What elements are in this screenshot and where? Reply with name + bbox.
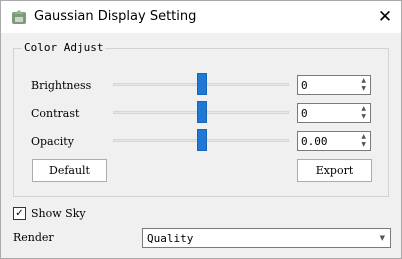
chevron-down-icon[interactable]: ▼: [380, 234, 385, 242]
export-button[interactable]: Export: [297, 159, 372, 182]
spin-up-icon[interactable]: ▲: [361, 134, 366, 140]
spin-down-icon[interactable]: ▼: [361, 142, 366, 148]
window-title: Gaussian Display Setting: [34, 9, 197, 24]
color-adjust-group: Color Adjust Brightness 0 ▲ ▼ Contrast 0…: [13, 41, 389, 197]
contrast-value: 0: [301, 107, 308, 120]
brightness-value: 0: [301, 79, 308, 92]
opacity-slider-thumb[interactable]: [197, 129, 207, 151]
contrast-spinbox[interactable]: 0 ▲ ▼: [297, 103, 371, 123]
render-label: Render: [13, 231, 54, 244]
group-legend: Color Adjust: [22, 41, 106, 54]
spin-up-icon[interactable]: ▲: [361, 106, 366, 112]
opacity-label: Opacity: [31, 135, 74, 148]
spin-down-icon[interactable]: ▼: [361, 86, 366, 92]
render-select[interactable]: Quality ▼: [142, 228, 391, 248]
default-button[interactable]: Default: [32, 159, 107, 182]
dialog-window: Gaussian Display Setting ✕ Color Adjust …: [0, 0, 402, 259]
close-icon[interactable]: ✕: [372, 5, 398, 29]
opacity-spinbox[interactable]: 0.00 ▲ ▼: [297, 131, 371, 151]
app-icon: [12, 10, 26, 24]
brightness-label: Brightness: [31, 79, 92, 92]
contrast-label: Contrast: [31, 107, 80, 120]
spin-up-icon[interactable]: ▲: [361, 78, 366, 84]
contrast-slider-thumb[interactable]: [197, 101, 207, 123]
title-bar[interactable]: Gaussian Display Setting ✕: [1, 1, 401, 33]
spin-down-icon[interactable]: ▼: [361, 114, 366, 120]
render-value: Quality: [147, 232, 194, 245]
show-sky-label[interactable]: Show Sky: [31, 207, 86, 220]
show-sky-checkbox[interactable]: ✓: [13, 207, 26, 220]
brightness-spinbox[interactable]: 0 ▲ ▼: [297, 75, 371, 95]
opacity-value: 0.00: [301, 135, 328, 148]
brightness-slider-thumb[interactable]: [197, 73, 207, 95]
